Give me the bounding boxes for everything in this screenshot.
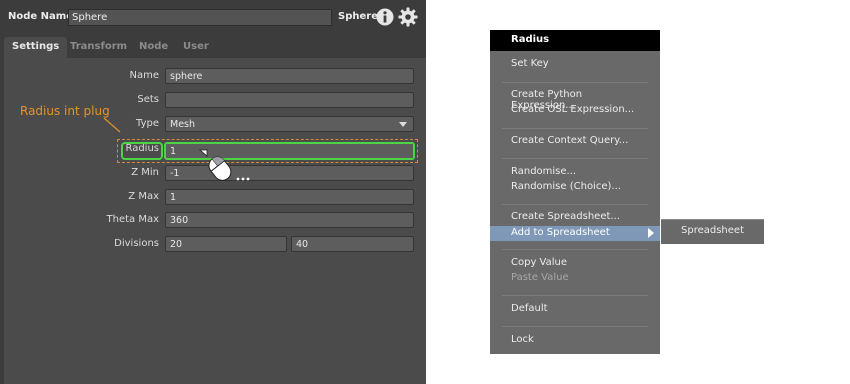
menu-item-paste-value: Paste Value xyxy=(511,272,569,283)
submenu-item-spreadsheet[interactable]: Spreadsheet xyxy=(681,225,744,236)
zmax-field[interactable]: 1 xyxy=(165,189,414,205)
sets-field[interactable] xyxy=(165,92,414,108)
name-label: Name xyxy=(129,70,159,81)
info-icon[interactable] xyxy=(376,8,394,26)
right-click-mouse-icon xyxy=(198,149,250,181)
menu-item-default[interactable]: Default xyxy=(490,302,660,317)
radius-label-highlight xyxy=(121,142,163,160)
node-name-field[interactable]: Sphere xyxy=(68,9,332,26)
tab-transform[interactable]: Transform xyxy=(62,37,135,58)
menu-item-create-python-expression[interactable]: Create Python Expression... xyxy=(490,88,660,111)
zmax-label: Z Max xyxy=(128,191,159,202)
tab-node[interactable]: Node xyxy=(131,37,176,58)
menu-item-add-to-spreadsheet[interactable]: Add to Spreadsheet xyxy=(490,226,660,241)
node-editor-panel: Node Name Sphere Sphere Settings Transfo… xyxy=(0,0,426,384)
context-menu-title: Radius xyxy=(490,30,660,51)
menu-separator xyxy=(502,158,648,159)
tab-settings[interactable]: Settings xyxy=(4,37,68,58)
menu-item-lock[interactable]: Lock xyxy=(490,333,660,348)
menu-item-create-context-query[interactable]: Create Context Query... xyxy=(490,134,660,149)
menu-separator xyxy=(502,249,648,250)
theta-max-label: Theta Max xyxy=(106,214,160,225)
menu-item-copy-value[interactable]: Copy Value xyxy=(490,256,660,271)
zmin-label: Z Min xyxy=(131,167,159,178)
annotation-leader-line xyxy=(103,117,121,133)
menu-separator xyxy=(502,128,648,129)
node-name-label: Node Name xyxy=(8,11,73,22)
node-type-label: Sphere xyxy=(338,11,378,22)
menu-item-randomise[interactable]: Randomise... xyxy=(490,165,660,180)
submenu-arrow-icon xyxy=(648,228,654,238)
name-field[interactable]: sphere xyxy=(165,68,414,84)
chevron-down-icon xyxy=(399,122,407,127)
menu-item-add-to-spreadsheet-label: Add to Spreadsheet xyxy=(511,227,610,238)
type-label: Type xyxy=(136,118,159,129)
tab-user[interactable]: User xyxy=(175,37,217,58)
spreadsheet-submenu: Spreadsheet xyxy=(661,219,764,244)
menu-separator xyxy=(502,326,648,327)
menu-item-create-spreadsheet[interactable]: Create Spreadsheet... xyxy=(490,210,660,225)
divisions-field-a[interactable]: 20 xyxy=(165,236,287,252)
divisions-field-b[interactable]: 40 xyxy=(291,236,414,252)
node-editor-header: Node Name Sphere Sphere xyxy=(0,0,426,34)
type-dropdown[interactable]: Mesh xyxy=(165,116,414,132)
gear-icon[interactable] xyxy=(398,7,418,27)
theta-max-field[interactable]: 360 xyxy=(165,212,414,228)
type-dropdown-value: Mesh xyxy=(170,119,196,130)
menu-item-randomise-choice[interactable]: Randomise (Choice)... xyxy=(490,180,660,195)
menu-separator xyxy=(502,204,648,205)
divisions-label: Divisions xyxy=(114,238,159,249)
menu-item-set-key[interactable]: Set Key xyxy=(490,57,660,72)
menu-separator xyxy=(502,82,648,83)
menu-item-create-osl-expression[interactable]: Create OSL Expression... xyxy=(490,103,660,118)
plug-context-menu: Radius Set Key Create Python Expression.… xyxy=(490,30,660,354)
menu-separator xyxy=(502,295,648,296)
radius-annotation-text: Radius int plug xyxy=(20,104,110,118)
